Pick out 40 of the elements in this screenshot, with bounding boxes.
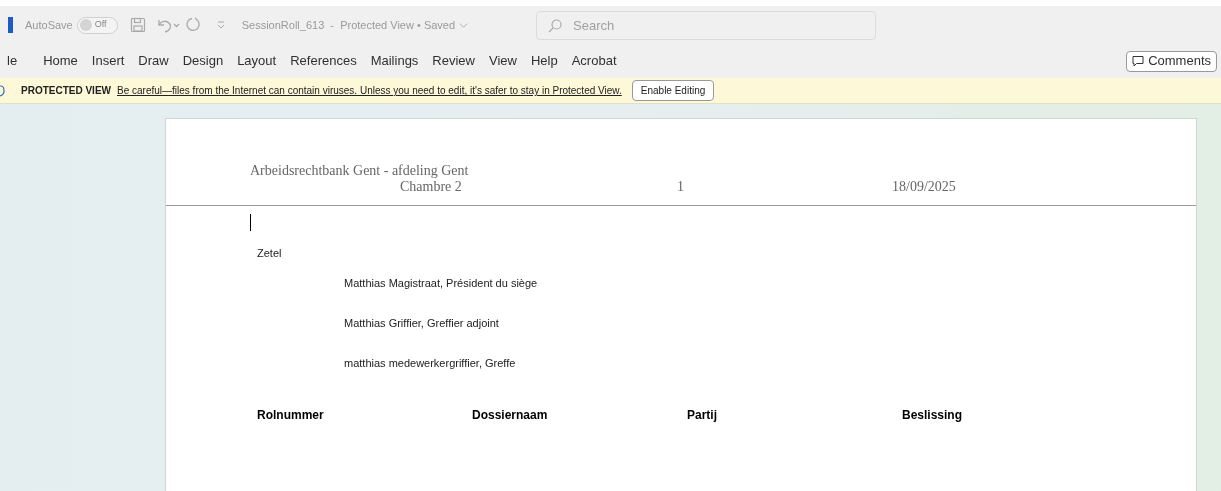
ribbon-tab[interactable]: Insert (91, 51, 125, 71)
ribbon-tab[interactable]: References (290, 51, 357, 71)
autosave-toggle[interactable]: Off (76, 16, 118, 34)
customize-icon[interactable] (215, 20, 226, 30)
page-number: 1 (677, 179, 685, 195)
ribbon-tab[interactable]: View (489, 51, 517, 71)
ribbon-tab[interactable]: Draw (138, 51, 169, 71)
ribbon-tab[interactable]: Design (182, 51, 224, 71)
court-name: Arbeidsrechtbank Gent - afdeling Gent (250, 163, 470, 179)
ribbon-tab[interactable]: Review (432, 51, 475, 71)
ribbon-tab[interactable]: Help (530, 51, 558, 71)
redo-icon[interactable] (185, 17, 202, 33)
column-header: Rolnummer (257, 406, 325, 424)
undo-icon[interactable] (155, 17, 180, 33)
save-icon[interactable] (129, 17, 146, 33)
protected-view-label: PROTECTED VIEW (21, 84, 111, 98)
comments-button[interactable]: Comments (1126, 50, 1217, 72)
autosave-label: AutoSave (25, 17, 73, 33)
column-header: Beslissing (902, 406, 964, 424)
search-icon (548, 18, 563, 33)
member-line: Matthias Griffier, Greffier adjoint (344, 315, 500, 330)
ribbon-tab[interactable]: Mailings (370, 51, 419, 71)
text-cursor (250, 214, 251, 231)
shield-icon (0, 84, 5, 97)
enable-editing-button[interactable]: Enable Editing (631, 80, 715, 101)
search-field[interactable]: Search (536, 10, 877, 40)
chevron-icon[interactable] (459, 20, 469, 30)
column-header: Dossiernaam (472, 406, 549, 424)
comment-icon (1132, 55, 1145, 67)
ribbon-tab[interactable]: Home (43, 51, 78, 71)
session-date: 18/09/2025 (892, 179, 956, 195)
member-line: Matthias Magistraat, Président du siège (344, 275, 539, 290)
column-header: Partij (687, 406, 718, 424)
ribbon-tab[interactable]: Layout (237, 51, 277, 71)
member-line: matthias medewerkergriffier, Greffe (344, 355, 517, 370)
zetel-label: Zetel (257, 246, 283, 261)
ribbon-tab[interactable]: Acrobat (571, 51, 617, 71)
ribbon-tab[interactable]: le (7, 51, 18, 71)
chamber-name: Chambre 2 (400, 179, 463, 195)
warning-link[interactable]: Be careful—files from the Internet can contain viruses. Unless you need to edit, it's safer to stay in Protected View. (117, 83, 622, 98)
